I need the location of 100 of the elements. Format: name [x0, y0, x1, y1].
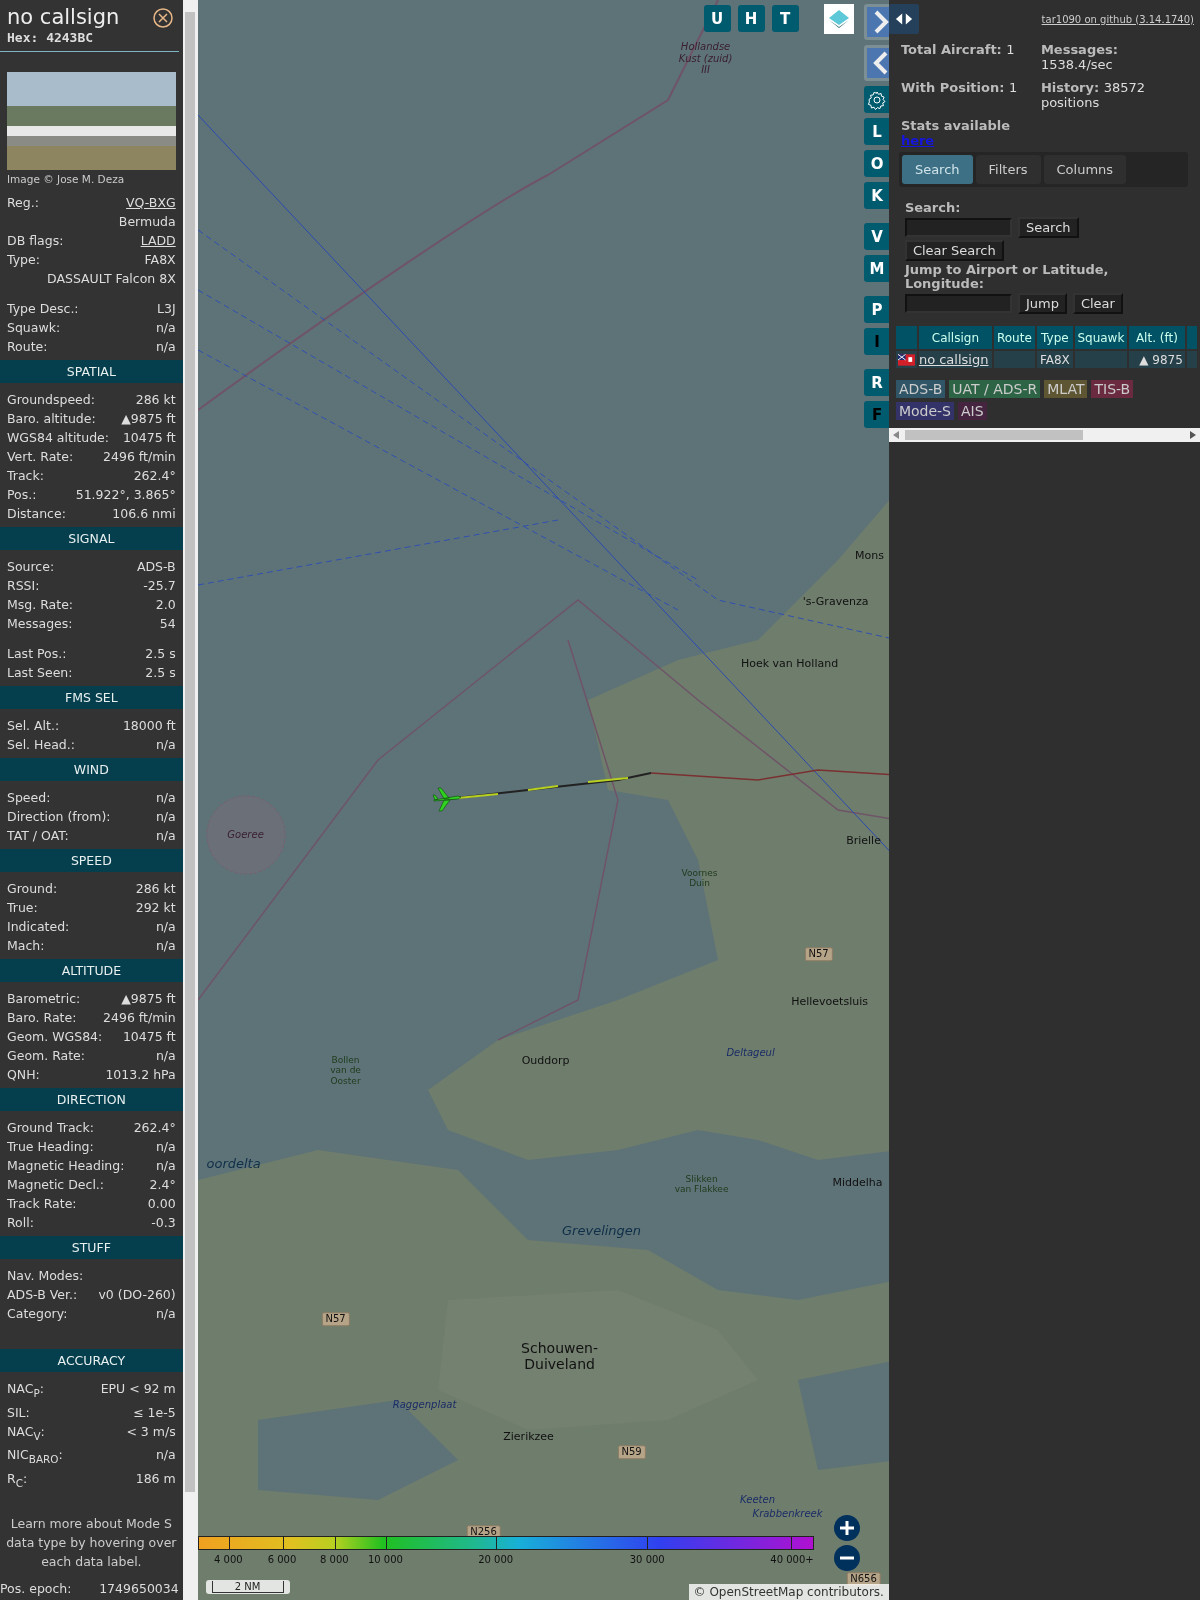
- table-header[interactable]: Type: [1036, 326, 1073, 349]
- field-value: n/a: [155, 736, 176, 754]
- map-label: Keeten: [740, 1494, 775, 1506]
- section-header: ALTITUDE: [0, 959, 183, 982]
- map-label: Raggenplaat: [392, 1399, 457, 1411]
- scale-label: 6 000: [267, 1554, 297, 1565]
- tab[interactable]: Search: [901, 155, 973, 184]
- field-value-link[interactable]: VQ-BXG: [126, 193, 176, 212]
- scroll-right-icon[interactable]: [1190, 431, 1196, 439]
- section-header: FMS SEL: [0, 686, 183, 709]
- field-label: Track Rate:: [7, 1195, 77, 1213]
- aircraft-callsign: no callsign: [7, 4, 120, 30]
- field-label: NAC$_{P}$:: [7, 1380, 44, 1401]
- tab[interactable]: Columns: [1043, 155, 1127, 184]
- close-icon[interactable]: [152, 8, 173, 28]
- plus-icon: [838, 1520, 855, 1536]
- field-value: 2496 ft/min: [103, 448, 176, 466]
- field-label: RSSI:: [7, 577, 40, 595]
- jump-field[interactable]: [904, 294, 1012, 313]
- field-label: DB flags:: [7, 232, 64, 250]
- collapse-button[interactable]: [863, 45, 889, 81]
- field-label: WGS84 altitude:: [7, 429, 110, 447]
- field-value: n/a: [155, 319, 176, 337]
- tab[interactable]: Filters: [975, 155, 1041, 184]
- map-toggle-button[interactable]: L: [863, 118, 889, 145]
- photo-credit: Image © Jose M. Deza: [6, 173, 126, 186]
- clear-button[interactable]: Clear: [1072, 293, 1123, 314]
- map-toggle-button[interactable]: O: [863, 150, 889, 177]
- map-toggle-button[interactable]: R: [863, 369, 889, 396]
- attribution-link[interactable]: OpenStreetMap: [709, 1585, 804, 1599]
- field-label: Nav. Modes:: [7, 1267, 84, 1285]
- field-label: Last Pos.:: [7, 645, 67, 663]
- aircraft-icon[interactable]: [431, 786, 462, 812]
- horizontal-scrollbar[interactable]: [888, 428, 1200, 442]
- road-shield: N57: [321, 1312, 350, 1326]
- section-header: SIGNAL: [0, 527, 183, 550]
- table-cell: [1186, 351, 1197, 368]
- jump-button[interactable]: Jump: [1017, 293, 1067, 314]
- field-label: Source:: [7, 558, 55, 576]
- table-header[interactable]: Callsign: [918, 326, 992, 349]
- map-label: Deltageul: [726, 1047, 775, 1059]
- field-label: Sel. Alt.:: [7, 717, 60, 735]
- field-label: Type:: [7, 251, 40, 269]
- table-header[interactable]: Squawk: [1074, 326, 1127, 349]
- field-label: Speed:: [7, 789, 51, 807]
- map-label: Mons: [855, 549, 885, 563]
- field-value: n/a: [155, 338, 176, 356]
- expand-button[interactable]: [863, 4, 889, 40]
- search-field[interactable]: [904, 218, 1012, 237]
- source-badge: UAT / ADS-R: [949, 380, 1041, 398]
- toggle-panel-button[interactable]: [888, 4, 919, 34]
- map-toggle-button[interactable]: V: [863, 223, 889, 250]
- settings-button[interactable]: [863, 86, 889, 113]
- map-label: Middelha: [832, 1176, 883, 1190]
- field-label: NIC$_{BARO}$:: [7, 1446, 63, 1467]
- search-button[interactable]: Search: [1017, 217, 1079, 238]
- table-header[interactable]: Alt. (ft): [1128, 326, 1185, 349]
- field-value-link[interactable]: LADD: [140, 231, 176, 250]
- table-header[interactable]: Route: [993, 326, 1035, 349]
- stat-text: Messages: 1538.4/sec: [1040, 42, 1119, 72]
- map-toggle-button[interactable]: M: [863, 255, 889, 282]
- field-value: n/a: [155, 1305, 176, 1323]
- field-value: n/a: [155, 1047, 176, 1065]
- map-label: oordelta: [206, 1156, 261, 1172]
- clear-search-button[interactable]: Clear Search: [904, 240, 1004, 261]
- map-toggle-button[interactable]: T: [771, 5, 799, 32]
- field-label: SIL:: [7, 1403, 30, 1422]
- map-toggle-button[interactable]: H: [737, 5, 765, 32]
- field-label: Direction (from):: [7, 808, 111, 826]
- field-value: 262.4°: [133, 467, 176, 485]
- field-value: FA8X: [144, 251, 176, 269]
- field-label: Distance:: [7, 505, 66, 523]
- field-value: 2496 ft/min: [103, 1009, 176, 1027]
- map-label: 's-Gravenza: [802, 595, 869, 609]
- stat-text: With Position: 1: [900, 80, 1019, 97]
- map-toggle-button[interactable]: U: [703, 5, 731, 32]
- field-value: n/a: [155, 808, 176, 826]
- chevron-left-icon: [871, 51, 889, 75]
- map-toggle-button[interactable]: K: [863, 182, 889, 209]
- map-label: Zierikzee: [503, 1430, 554, 1444]
- field-label: True Heading:: [7, 1138, 94, 1156]
- layers-button[interactable]: [823, 4, 854, 34]
- stat-text: Total Aircraft: 1: [900, 42, 1016, 59]
- field-label: Baro. Rate:: [7, 1009, 77, 1027]
- section-header: SPATIAL: [0, 360, 183, 383]
- map-label: Goeree: [227, 829, 264, 841]
- field-value: 286 kt: [135, 391, 176, 409]
- scale-label: 20 000: [478, 1554, 514, 1565]
- field-value: -0.3: [151, 1214, 176, 1232]
- field-value: L3J: [157, 300, 176, 318]
- scale-label: 4 000: [214, 1554, 243, 1565]
- github-link[interactable]: tar1090 on github (3.14.1740): [1041, 13, 1194, 25]
- map-toggle-button[interactable]: P: [863, 296, 889, 323]
- aircraft-hex: Hex: 4243BC: [7, 30, 95, 45]
- field-label: Vert. Rate:: [7, 448, 74, 466]
- field-value: 106.6 nmi: [112, 505, 176, 523]
- callsign-link[interactable]: no callsign: [918, 351, 992, 368]
- field-label: Messages:: [7, 615, 73, 633]
- field-value: n/a: [155, 937, 176, 955]
- scroll-left-icon[interactable]: [892, 431, 899, 439]
